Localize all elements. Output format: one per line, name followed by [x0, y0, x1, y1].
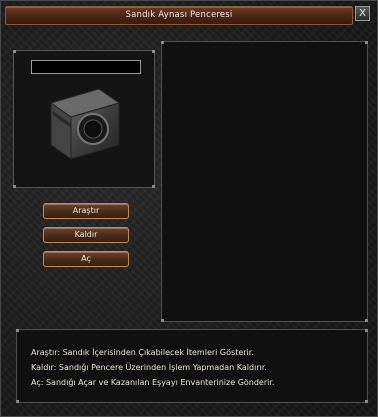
- panel-corner: [16, 400, 19, 403]
- remove-button[interactable]: Kaldır: [43, 227, 129, 243]
- chest-icon[interactable]: [41, 81, 125, 165]
- panel-corner: [365, 329, 368, 332]
- item-list-panel: [161, 41, 368, 322]
- search-button[interactable]: Araştır: [43, 203, 129, 219]
- panel-corner: [161, 319, 164, 322]
- open-button[interactable]: Aç: [43, 251, 129, 267]
- chest-mirror-window: Sandık Aynası Penceresi X Araştır Kaldır…: [0, 0, 378, 417]
- panel-corner: [152, 185, 155, 188]
- panel-corner: [365, 41, 368, 44]
- info-line-remove: Kaldır: Sandığı Pencere Üzerinden İşlem …: [31, 363, 267, 372]
- item-name-field[interactable]: [31, 60, 141, 74]
- close-button[interactable]: X: [355, 6, 370, 21]
- info-line-search: Araştır: Sandık İçerisinden Çıkabilecek …: [31, 348, 254, 357]
- panel-corner: [13, 185, 16, 188]
- panel-corner: [16, 329, 19, 332]
- window-title: Sandık Aynası Penceresi: [125, 10, 233, 20]
- panel-corner: [152, 50, 155, 53]
- close-icon: X: [359, 8, 366, 19]
- panel-corner: [13, 50, 16, 53]
- panel-corner: [365, 319, 368, 322]
- info-line-open: Aç: Sandığı Açar ve Kazanılan Eşyayı Env…: [31, 378, 275, 387]
- title-bar[interactable]: Sandık Aynası Penceresi: [5, 6, 353, 25]
- panel-corner: [365, 400, 368, 403]
- panel-corner: [161, 41, 164, 44]
